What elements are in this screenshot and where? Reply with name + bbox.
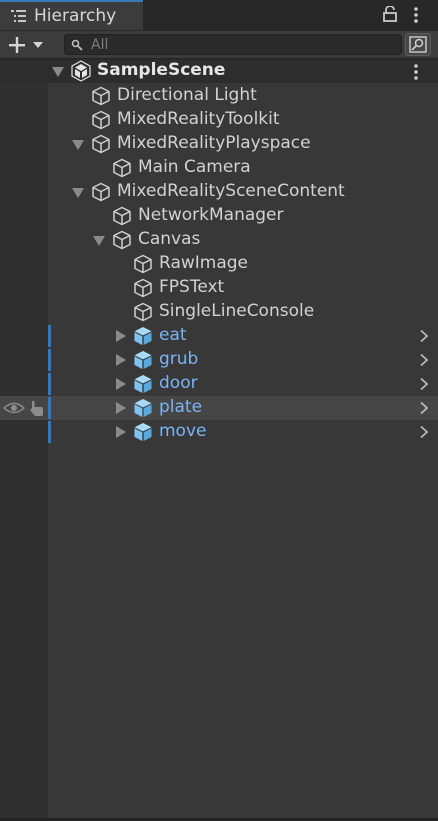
override-marker [48, 349, 51, 371]
row-label: plate [159, 397, 203, 417]
gameobject-row[interactable]: MixedRealityToolkit [0, 108, 438, 132]
gameobject-cube-icon [134, 302, 152, 322]
kebab-menu-icon[interactable] [412, 6, 420, 24]
open-prefab-chevron-icon[interactable] [419, 425, 429, 439]
gameobject-row[interactable]: SingleLineConsole [0, 300, 438, 324]
expand-arrow[interactable] [116, 354, 126, 366]
scene-name: SampleScene [97, 60, 226, 80]
gameobject-cube-icon [134, 254, 152, 274]
row-label: Canvas [138, 229, 201, 249]
override-marker [48, 325, 51, 347]
row-label: FPSText [159, 277, 225, 297]
row-label: Directional Light [117, 85, 257, 105]
collapse-arrow[interactable] [52, 67, 64, 77]
search-input[interactable] [91, 36, 391, 53]
gameobject-cube-icon [113, 206, 131, 226]
expand-arrow[interactable] [116, 426, 126, 438]
gameobject-row[interactable]: NetworkManager [0, 204, 438, 228]
row-label: MixedRealityToolkit [117, 109, 280, 129]
tab-hierarchy[interactable]: Hierarchy [0, 0, 143, 30]
prefab-row[interactable]: door [0, 372, 438, 396]
pickable-hand-icon[interactable] [27, 399, 45, 417]
row-label: Main Camera [138, 157, 251, 177]
row-label: RawImage [159, 253, 249, 273]
prefab-row[interactable]: plate [0, 396, 438, 420]
unity-scene-icon [71, 60, 91, 82]
gameobject-cube-icon [92, 182, 110, 202]
scene-row[interactable]: SampleScene [0, 59, 438, 83]
expand-arrow[interactable] [116, 378, 126, 390]
prefab-cube-icon [134, 375, 152, 393]
scene-kebab-menu-icon[interactable] [412, 63, 420, 81]
gameobject-row[interactable]: Main Camera [0, 156, 438, 180]
prefab-row[interactable]: eat [0, 324, 438, 348]
override-marker [48, 373, 51, 395]
row-label: door [159, 373, 198, 393]
list-icon [11, 10, 26, 22]
row-label: MixedRealityPlayspace [117, 133, 311, 153]
gameobject-cube-icon [92, 134, 110, 154]
gameobject-cube-icon [113, 158, 131, 178]
gameobject-row[interactable]: Canvas [0, 228, 438, 252]
override-marker [48, 421, 51, 443]
prefab-cube-icon [134, 351, 152, 369]
open-prefab-chevron-icon[interactable] [419, 329, 429, 343]
gameobject-cube-icon [92, 110, 110, 130]
collapse-arrow[interactable] [72, 188, 84, 198]
gameobject-row[interactable]: FPSText [0, 276, 438, 300]
row-label: MixedRealitySceneContent [117, 181, 345, 201]
gameobject-row[interactable]: MixedRealitySceneContent [0, 180, 438, 204]
open-prefab-chevron-icon[interactable] [419, 377, 429, 391]
scene-search-button[interactable] [405, 33, 431, 56]
collapse-arrow[interactable] [72, 140, 84, 150]
tab-bar: Hierarchy [0, 0, 438, 31]
lock-icon[interactable] [383, 6, 397, 22]
row-label: eat [159, 325, 187, 345]
gameobject-row[interactable]: MixedRealityPlayspace [0, 132, 438, 156]
prefab-cube-icon [134, 399, 152, 417]
hierarchy-toolbar [0, 31, 438, 59]
prefab-cube-icon [134, 327, 152, 345]
search-in-scene-icon [409, 36, 427, 53]
row-label: move [159, 421, 207, 441]
prefab-row[interactable]: grub [0, 348, 438, 372]
search-icon [71, 39, 83, 51]
override-marker [48, 397, 51, 419]
gameobject-row[interactable]: RawImage [0, 252, 438, 276]
row-label: SingleLineConsole [159, 301, 315, 321]
prefab-row[interactable]: move [0, 420, 438, 444]
search-field[interactable] [64, 34, 402, 55]
collapse-arrow[interactable] [93, 236, 105, 246]
open-prefab-chevron-icon[interactable] [419, 353, 429, 367]
expand-arrow[interactable] [116, 402, 126, 414]
row-label: NetworkManager [138, 205, 284, 225]
gameobject-cube-icon [92, 86, 110, 106]
gameobject-cube-icon [134, 278, 152, 298]
gameobject-row[interactable]: Directional Light [0, 84, 438, 108]
open-prefab-chevron-icon[interactable] [419, 401, 429, 415]
prefab-cube-icon [134, 423, 152, 441]
row-label: grub [159, 349, 199, 369]
expand-arrow[interactable] [116, 330, 126, 342]
gameobject-cube-icon [113, 230, 131, 250]
visibility-eye-icon[interactable] [3, 401, 25, 415]
add-dropdown-button[interactable] [6, 34, 48, 56]
tab-title: Hierarchy [34, 6, 117, 26]
